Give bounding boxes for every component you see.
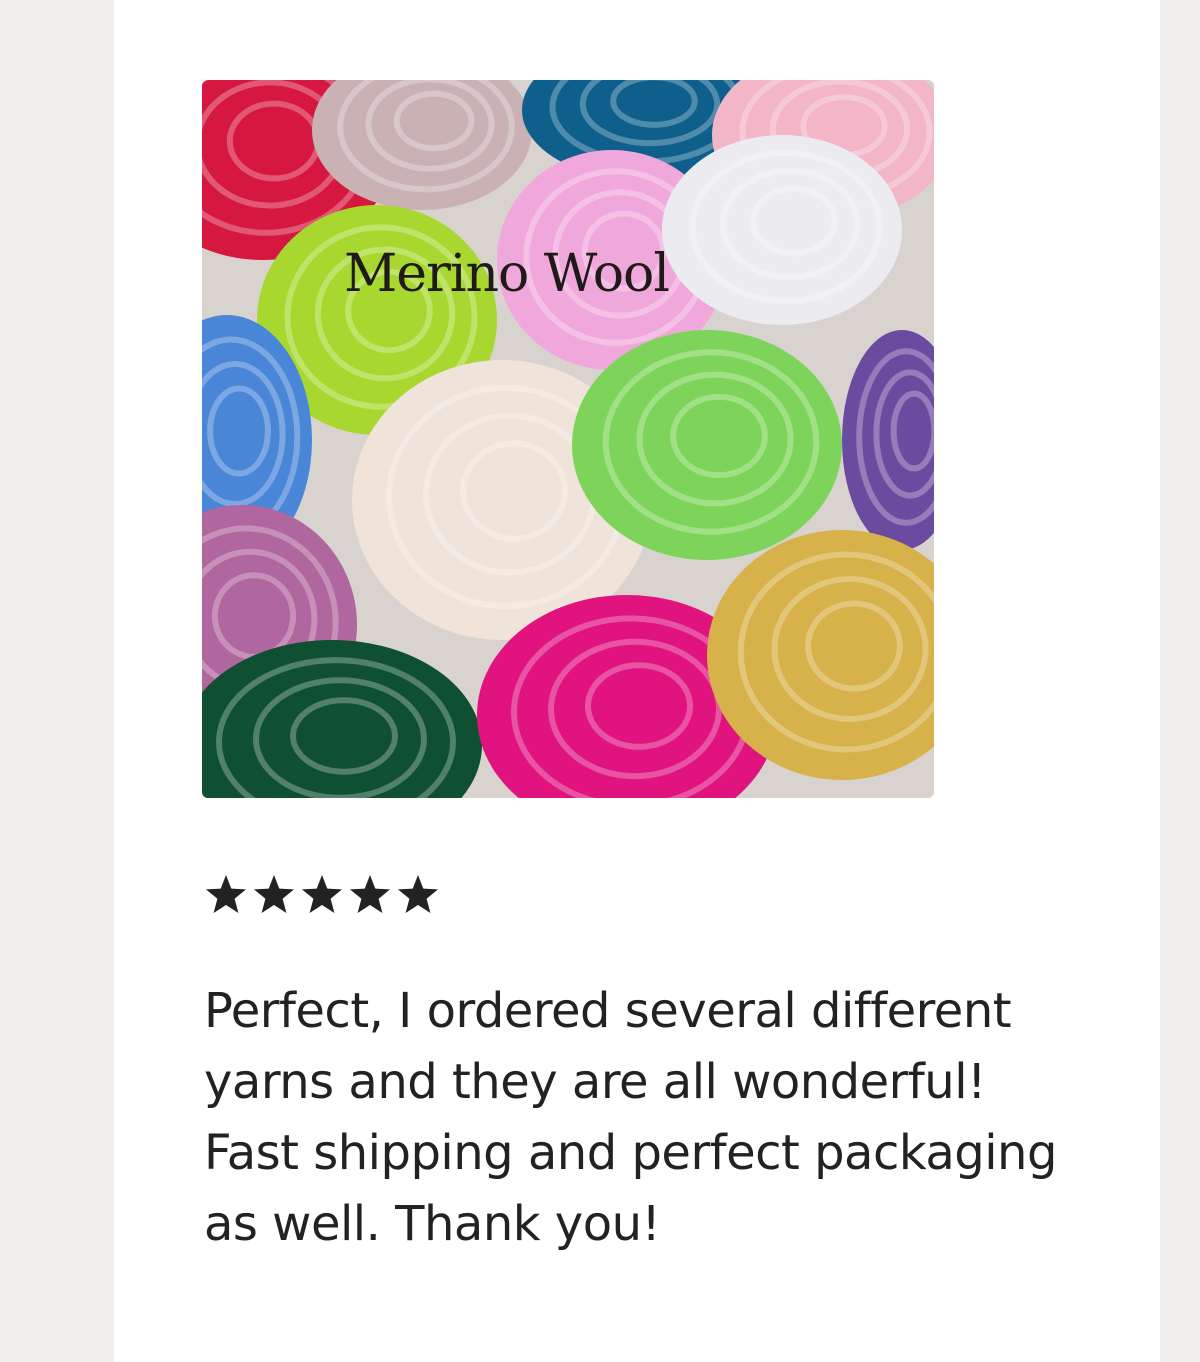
wool-roving <box>572 330 842 560</box>
star-rating <box>204 873 440 917</box>
photo-caption: Merino Wool <box>344 244 670 304</box>
star-icon <box>398 875 438 913</box>
star-icon <box>350 875 390 913</box>
review-card: Merino Wool Perfect, I ordered several d… <box>114 0 1160 1362</box>
review-photo[interactable]: Merino Wool <box>202 80 934 798</box>
merino-wool-image <box>202 80 934 798</box>
star-icon <box>254 875 294 913</box>
review-text: Perfect, I ordered several different yar… <box>204 983 1057 1252</box>
wool-roving <box>662 135 902 325</box>
page: Merino Wool Perfect, I ordered several d… <box>0 0 1200 1362</box>
star-icon <box>206 875 246 913</box>
star-icon <box>302 875 342 913</box>
